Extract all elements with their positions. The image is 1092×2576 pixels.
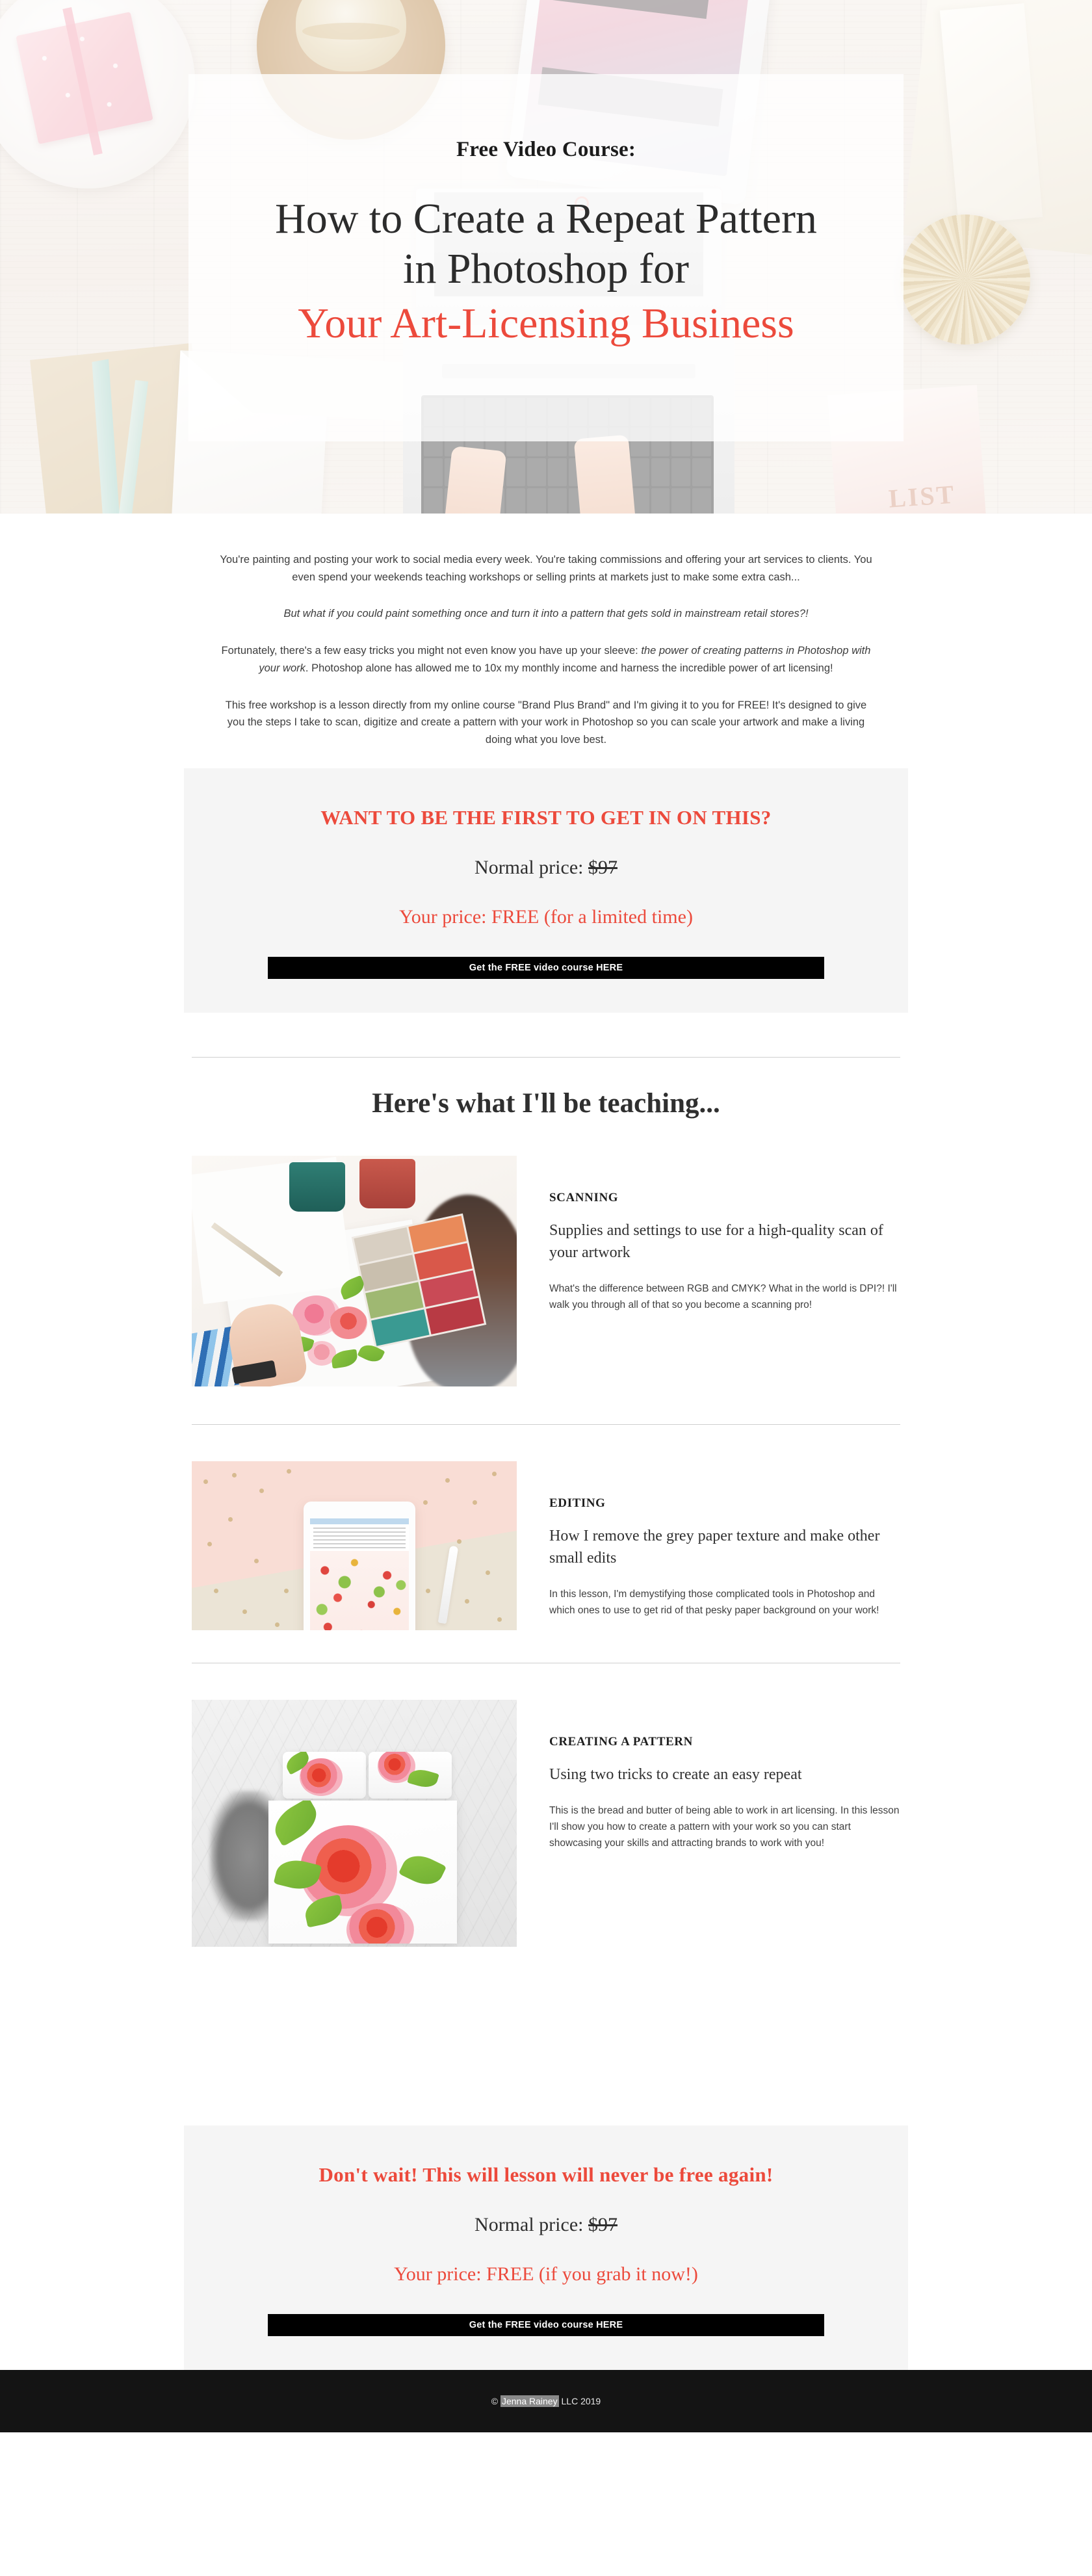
lesson-block-scanning: SCANNING Supplies and settings to use fo… — [192, 1119, 900, 1386]
hero-title-line-1: How to Create a Repeat Pattern — [275, 195, 817, 242]
cta-bottom-price-struck: $97 — [588, 2213, 618, 2235]
cta-top-normal-price: Normal price: $97 — [184, 857, 908, 879]
lesson-text-scanning: SCANNING Supplies and settings to use fo… — [549, 1156, 900, 1386]
cta-bottom-your-price: Your price: FREE (if you grab it now!) — [394, 2263, 698, 2285]
duvet-cover — [268, 1800, 457, 1944]
app-text-lines — [310, 1524, 409, 1548]
site-footer: © Jenna Rainey LLC 2019 — [0, 2369, 1092, 2432]
cta-panel-bottom: Don't wait! This will lesson will never … — [184, 2125, 908, 2370]
leaf-motif-4 — [302, 1894, 345, 1928]
tablet-display — [310, 1518, 409, 1630]
lesson-text-editing: EDITING How I remove the grey paper text… — [549, 1461, 900, 1630]
lesson-kicker: EDITING — [549, 1496, 606, 1510]
paint-pot-red — [359, 1158, 415, 1208]
hero-eyebrow: Free Video Course: — [456, 138, 636, 161]
pillow-left — [283, 1751, 366, 1799]
lesson-kicker: SCANNING — [549, 1190, 619, 1204]
intro-p3-a: Fortunately, there's a few easy tricks y… — [221, 645, 642, 657]
lesson-block-pattern: CREATING A PATTERN Using two tricks to c… — [192, 1663, 900, 1947]
copyright-notice: © Jenna Rainey LLC 2019 — [491, 2395, 601, 2407]
floral-pattern-preview — [310, 1550, 409, 1630]
lesson-subtitle: Using two tricks to create an easy repea… — [549, 1765, 802, 1783]
cta-top-heading: WANT TO BE THE FIRST TO GET IN ON THIS? — [320, 805, 772, 829]
intro-paragraph-4: This free workshop is a lesson directly … — [225, 699, 867, 746]
cta-top-normal-label: Normal price: — [474, 856, 588, 878]
app-title-bar — [310, 1518, 409, 1524]
intro-paragraph-3: Fortunately, there's a few easy tricks y… — [218, 642, 874, 677]
cta-bottom-heading: Don't wait! This will lesson will never … — [318, 2163, 774, 2186]
intro-copy: You're painting and posting your work to… — [218, 514, 874, 749]
intro-paragraph-1: You're painting and posting your work to… — [220, 554, 872, 583]
hero-headline-card: Free Video Course: How to Create a Repea… — [188, 74, 904, 441]
cta-panel-top: WANT TO BE THE FIRST TO GET IN ON THIS? … — [184, 768, 908, 1013]
cta-bottom-normal-price: Normal price: $97 — [184, 2214, 908, 2236]
watercolor-palette — [351, 1213, 487, 1349]
cta-top-price-struck: $97 — [588, 856, 618, 878]
hero-section: LIST Free Video Course: How to Create a … — [0, 0, 1092, 514]
cta-top-your-price: Your price: FREE (for a limited time) — [399, 905, 693, 928]
lesson-text-pattern: CREATING A PATTERN Using two tricks to c… — [549, 1700, 900, 1947]
lesson-image-editing — [192, 1461, 517, 1630]
lesson-image-scanning — [192, 1155, 517, 1386]
selected-company-name[interactable]: Jenna Rainey — [500, 2395, 559, 2407]
teaching-section-title: Here's what I'll be teaching... — [372, 1087, 720, 1119]
lesson-body: In this lesson, I'm demystifying those c… — [549, 1588, 879, 1617]
paint-pot-teal — [289, 1162, 345, 1212]
intro-paragraph-2: But what if you could paint something on… — [283, 608, 809, 620]
lesson-image-pattern — [192, 1699, 517, 1947]
get-free-course-button-top[interactable]: Get the FREE video course HERE — [268, 956, 824, 979]
hero-title-accent: Your Art-Licensing Business — [298, 300, 794, 348]
lesson-kicker: CREATING A PATTERN — [549, 1734, 693, 1749]
hero-title-line-2: in Photoshop for — [402, 244, 690, 293]
leaf-motif-3 — [398, 1849, 447, 1892]
lesson-block-editing: EDITING How I remove the grey paper text… — [192, 1425, 900, 1630]
cta-bottom-normal-label: Normal price: — [474, 2213, 588, 2235]
intro-p3-b: . Photoshop alone has allowed me to 10x … — [305, 662, 833, 674]
landing-page: LIST Free Video Course: How to Create a … — [0, 0, 1092, 2432]
copyright-symbol: © — [491, 2395, 500, 2406]
painted-flower-2 — [330, 1306, 367, 1339]
lesson-body: This is the bread and butter of being ab… — [549, 1804, 900, 1849]
page-title: How to Create a Repeat Pattern in Photos… — [188, 194, 904, 349]
pillow-right — [369, 1751, 452, 1799]
lesson-subtitle: Supplies and settings to use for a high-… — [549, 1221, 883, 1261]
lesson-subtitle: How I remove the grey paper texture and … — [549, 1527, 880, 1567]
get-free-course-button-bottom[interactable]: Get the FREE video course HERE — [268, 2313, 824, 2336]
copyright-suffix: LLC 2019 — [558, 2395, 601, 2406]
lesson-body: What's the difference between RGB and CM… — [549, 1282, 897, 1311]
